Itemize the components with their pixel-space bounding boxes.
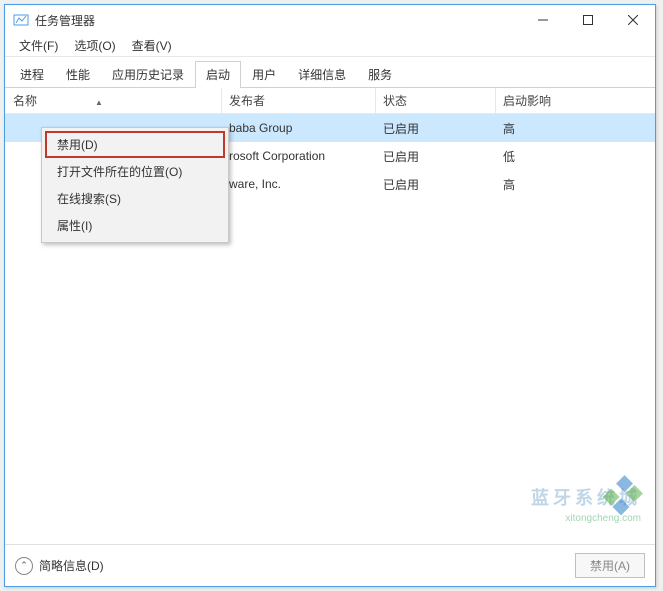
- footer-bar: ⌃ 简略信息(D) 禁用(A): [5, 544, 655, 586]
- context-menu: 禁用(D) 打开文件所在的位置(O) 在线搜索(S) 属性(I): [41, 127, 229, 243]
- fewer-details-label: 简略信息(D): [39, 557, 104, 574]
- context-menu-disable[interactable]: 禁用(D): [45, 131, 225, 158]
- cell-status: 已启用: [375, 148, 495, 165]
- context-menu-properties[interactable]: 属性(I): [45, 212, 225, 239]
- cell-publisher: baba Group: [221, 121, 375, 135]
- column-header-name[interactable]: 名称 ▲: [5, 92, 221, 109]
- cell-status: 已启用: [375, 176, 495, 193]
- disable-button[interactable]: 禁用(A): [575, 553, 645, 578]
- tab-users[interactable]: 用户: [241, 61, 287, 87]
- menu-bar: 文件(F) 选项(O) 查看(V): [5, 35, 655, 57]
- window-controls: [520, 5, 655, 35]
- window-title: 任务管理器: [35, 12, 520, 29]
- tab-app-history[interactable]: 应用历史记录: [101, 61, 195, 87]
- tab-bar: 进程 性能 应用历史记录 启动 用户 详细信息 服务: [5, 57, 655, 88]
- cell-status: 已启用: [375, 120, 495, 137]
- menu-options[interactable]: 选项(O): [66, 35, 123, 56]
- minimize-button[interactable]: [520, 5, 565, 35]
- context-menu-search-online[interactable]: 在线搜索(S): [45, 185, 225, 212]
- cell-publisher: rosoft Corporation: [221, 149, 375, 163]
- task-manager-window: 任务管理器 文件(F) 选项(O) 查看(V) 进程 性能 应用历史记录 启动 …: [4, 4, 656, 587]
- tab-startup[interactable]: 启动: [195, 61, 241, 87]
- column-header-name-label: 名称: [13, 94, 37, 108]
- column-headers: 名称 ▲ 发布者 状态 启动影响: [5, 88, 655, 114]
- column-header-publisher[interactable]: 发布者: [221, 92, 375, 109]
- footer-left[interactable]: ⌃ 简略信息(D): [15, 557, 575, 575]
- cell-publisher: ware, Inc.: [221, 177, 375, 191]
- cell-impact: 高: [495, 176, 655, 193]
- collapse-icon: ⌃: [15, 557, 33, 575]
- close-button[interactable]: [610, 5, 655, 35]
- title-bar: 任务管理器: [5, 5, 655, 35]
- app-icon: [13, 12, 29, 28]
- maximize-button[interactable]: [565, 5, 610, 35]
- tab-details[interactable]: 详细信息: [287, 61, 357, 87]
- cell-impact: 低: [495, 148, 655, 165]
- tab-processes[interactable]: 进程: [9, 61, 55, 87]
- tab-services[interactable]: 服务: [357, 61, 403, 87]
- menu-view[interactable]: 查看(V): [124, 35, 180, 56]
- cell-impact: 高: [495, 120, 655, 137]
- context-menu-open-location[interactable]: 打开文件所在的位置(O): [45, 158, 225, 185]
- column-header-impact[interactable]: 启动影响: [495, 92, 655, 109]
- column-header-status[interactable]: 状态: [375, 92, 495, 109]
- menu-file[interactable]: 文件(F): [11, 35, 66, 56]
- tab-performance[interactable]: 性能: [55, 61, 101, 87]
- sort-indicator-icon: ▲: [95, 98, 103, 107]
